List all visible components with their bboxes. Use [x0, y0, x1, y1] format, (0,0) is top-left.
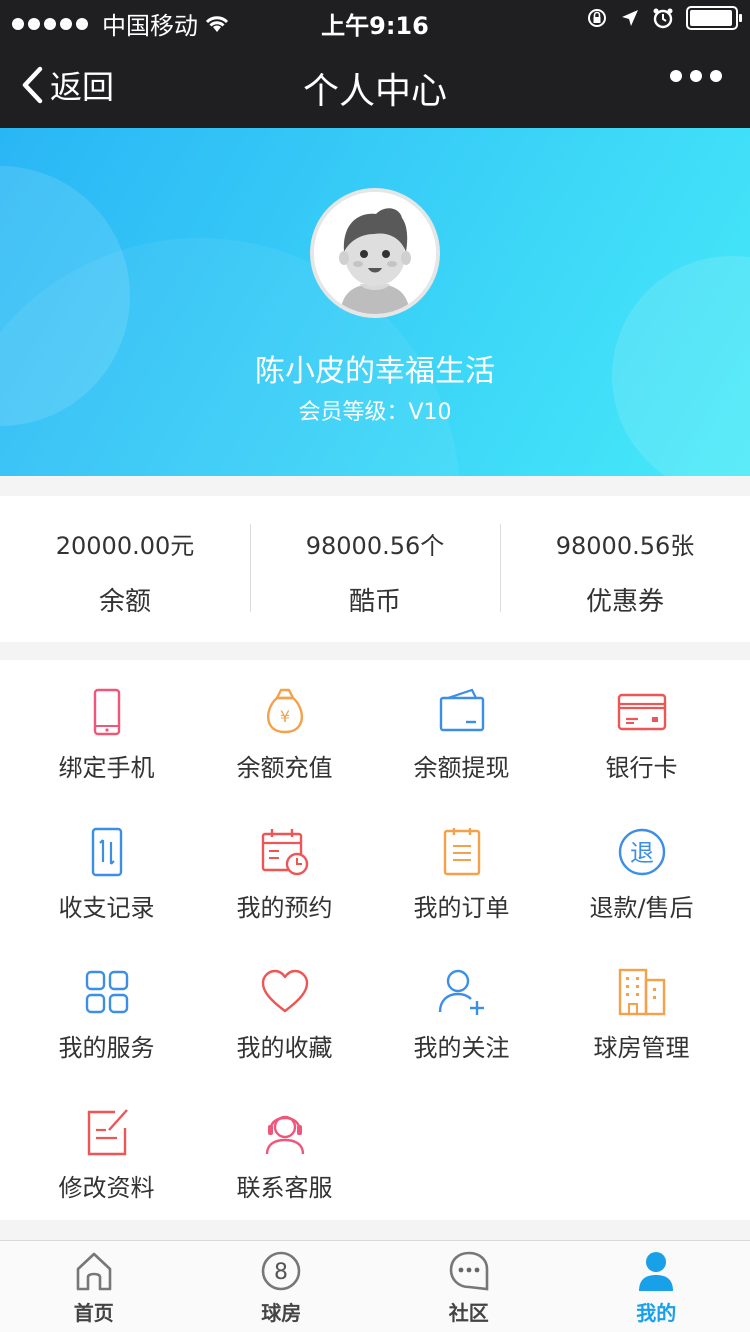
- more-dot-icon: [690, 70, 702, 82]
- menu-label: 余额提现: [413, 754, 510, 782]
- tab-label: 球房: [261, 1301, 302, 1325]
- tab-label: 首页: [73, 1301, 114, 1325]
- tab-label: 社区: [448, 1301, 489, 1325]
- heart-icon: [261, 969, 308, 1013]
- stats-row: 20000.00元 余额 98000.56个 酷币 98000.56张 优惠券: [0, 496, 750, 642]
- more-dot-icon: [670, 70, 682, 82]
- menu-reservation[interactable]: 我的预约: [191, 800, 378, 940]
- rotation-lock-icon: [588, 9, 606, 27]
- tab-community[interactable]: 社区: [375, 1241, 563, 1332]
- wallet-icon: [439, 688, 484, 732]
- battery-icon: [686, 6, 742, 30]
- menu-label: 我的订单: [413, 894, 510, 922]
- calendar-icon: [261, 829, 308, 876]
- user-icon: [639, 1252, 674, 1291]
- edit-icon: [87, 1109, 128, 1156]
- stat-coupons[interactable]: 98000.56张 优惠券: [500, 496, 750, 642]
- user-name: 陈小皮的幸福生活: [255, 354, 495, 389]
- ball-8-icon: 8: [261, 1251, 301, 1291]
- stat-label: 酷币: [348, 587, 401, 617]
- menu-label: 绑定手机: [58, 754, 155, 782]
- menu-label: 联系客服: [236, 1174, 333, 1202]
- follow-user-icon: [438, 969, 484, 1015]
- avatar-cartoon-icon: [314, 192, 436, 314]
- tab-label: 我的: [636, 1301, 677, 1325]
- tab-home[interactable]: 首页: [0, 1241, 188, 1332]
- menu-label: 退款/售后: [589, 894, 694, 922]
- menu-label: 我的服务: [58, 1034, 155, 1062]
- more-dot-icon: [710, 70, 722, 82]
- stat-balance[interactable]: 20000.00元 余额: [0, 496, 250, 642]
- menu-edit-profile[interactable]: 修改资料: [13, 1080, 200, 1220]
- menu-customer-service[interactable]: 联系客服: [191, 1080, 378, 1220]
- menu-grid: 绑定手机 ¥ 余额充值 余额提现 银行卡 收支记录 我的预约 我的订单 退 退款…: [0, 660, 750, 1220]
- order-icon: [443, 828, 480, 876]
- top-bar: 中国移动 上午9:16 返回 个人中心: [0, 0, 750, 128]
- stat-coins[interactable]: 98000.56个 酷币: [250, 496, 500, 642]
- menu-recharge[interactable]: ¥ 余额充值: [191, 660, 378, 800]
- home-icon: [76, 1252, 112, 1291]
- stat-label: 余额: [98, 587, 151, 617]
- headset-icon: [265, 1115, 304, 1155]
- menu-bind-phone[interactable]: 绑定手机: [13, 660, 200, 800]
- menu-label: 收支记录: [58, 894, 155, 922]
- menu-bank-card[interactable]: 银行卡: [548, 660, 735, 800]
- menu-favorites[interactable]: 我的收藏: [191, 940, 378, 1080]
- menu-withdraw[interactable]: 余额提现: [368, 660, 555, 800]
- member-level: 会员等级：V10: [298, 400, 452, 425]
- menu-services[interactable]: 我的服务: [13, 940, 200, 1080]
- menu-records[interactable]: 收支记录: [13, 800, 200, 940]
- refund-glyph: 退: [630, 839, 654, 867]
- menu-following[interactable]: 我的关注: [368, 940, 555, 1080]
- menu-refund[interactable]: 退 退款/售后: [548, 800, 735, 940]
- menu-label: 余额充值: [236, 754, 333, 782]
- refund-icon: 退: [618, 828, 665, 876]
- menu-label: 银行卡: [605, 754, 678, 782]
- building-icon: [618, 968, 665, 1016]
- status-right: [586, 6, 742, 30]
- stat-value: 98000.56个: [305, 532, 445, 560]
- menu-label: 我的关注: [413, 1034, 510, 1062]
- stat-label: 优惠券: [585, 587, 664, 617]
- menu-label: 修改资料: [58, 1174, 155, 1202]
- stat-value: 98000.56张: [555, 532, 695, 560]
- svg-text:¥: ¥: [279, 707, 289, 726]
- bank-card-icon: [617, 693, 666, 731]
- tab-hall[interactable]: 8 球房: [188, 1241, 376, 1332]
- status-bar: 中国移动 上午9:16: [0, 0, 750, 40]
- menu-label: 球房管理: [593, 1034, 690, 1062]
- avatar[interactable]: [310, 188, 440, 318]
- more-button[interactable]: [670, 70, 722, 82]
- nav-bar: 返回 个人中心: [0, 40, 750, 128]
- menu-hall-management[interactable]: 球房管理: [548, 940, 735, 1080]
- chat-icon: [449, 1251, 489, 1291]
- money-bag-icon: ¥: [266, 688, 303, 734]
- ball-number: 8: [274, 1260, 288, 1285]
- menu-orders[interactable]: 我的订单: [368, 800, 555, 940]
- tab-mine[interactable]: 我的: [563, 1241, 750, 1332]
- location-icon: [622, 10, 638, 26]
- services-grid-icon: [85, 970, 128, 1014]
- tab-bar: 首页 8 球房 社区 我的: [0, 1240, 750, 1332]
- profile-header: 陈小皮的幸福生活 会员等级：V10: [0, 128, 750, 476]
- menu-label: 我的预约: [236, 894, 333, 922]
- alarm-icon: [653, 8, 673, 29]
- phone-icon: [93, 688, 120, 736]
- page-title: 个人中心: [302, 71, 447, 112]
- records-icon: [91, 827, 122, 877]
- menu-label: 我的收藏: [236, 1034, 333, 1062]
- stat-value: 20000.00元: [55, 532, 195, 560]
